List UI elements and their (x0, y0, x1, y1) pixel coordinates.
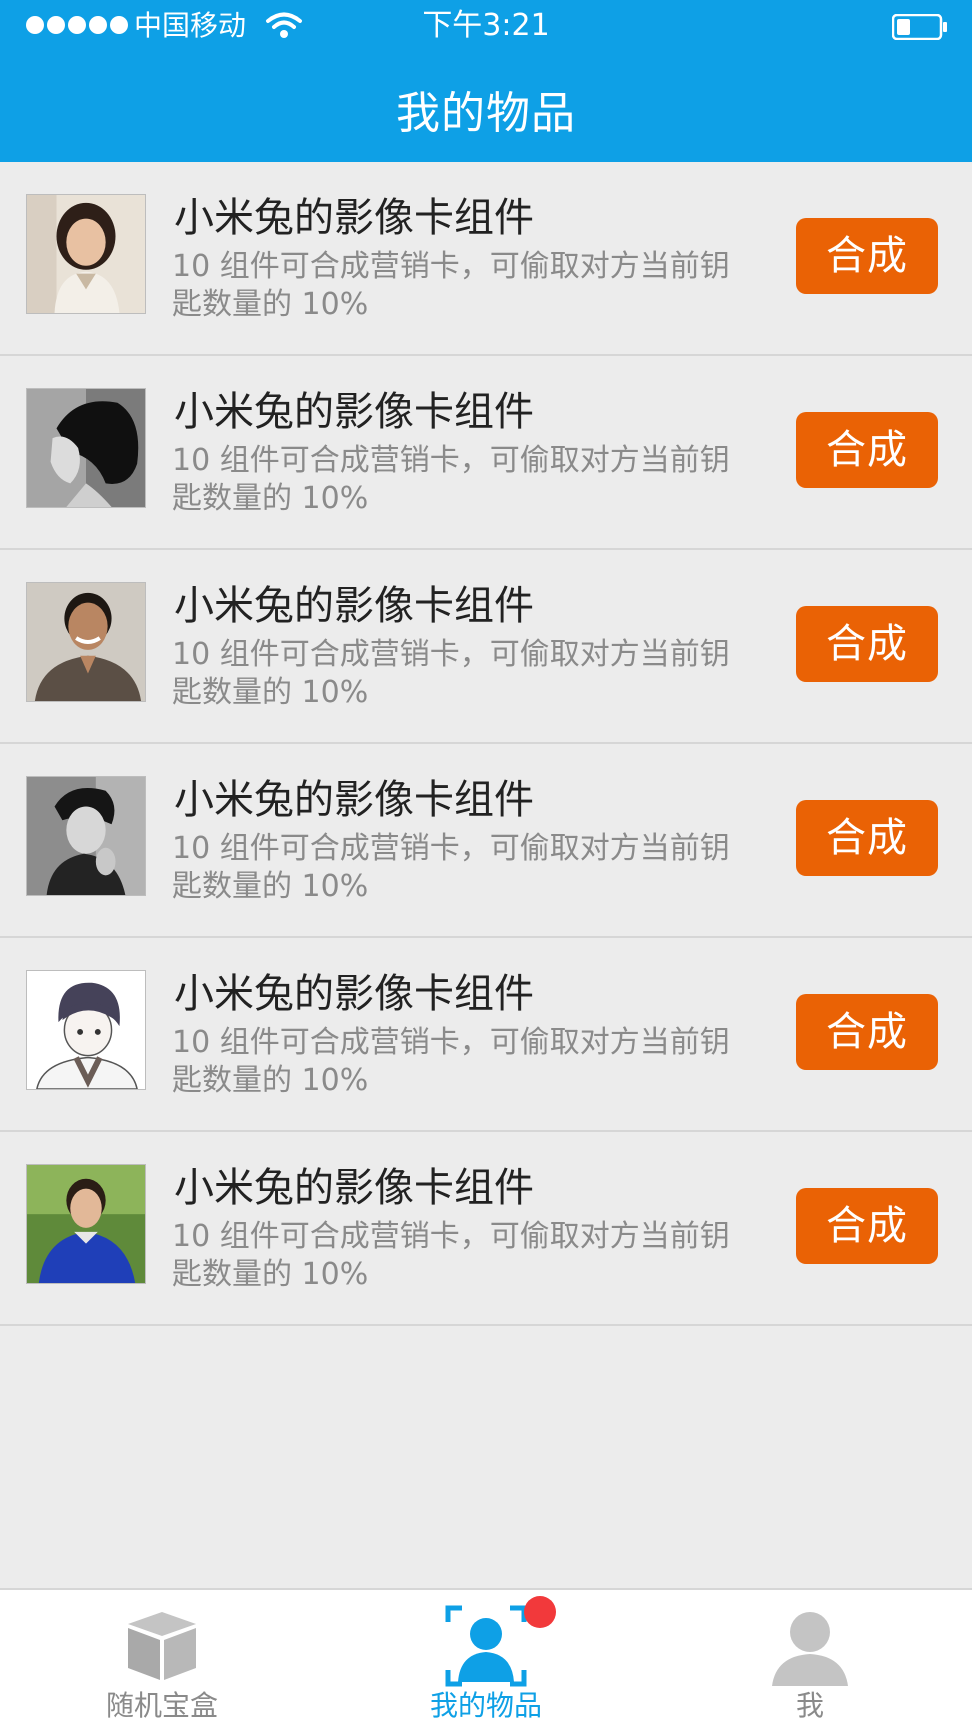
tab-me[interactable]: 我 (648, 1590, 972, 1728)
tab-my-items[interactable]: 我的物品 (324, 1590, 648, 1728)
item-description: 10 组件可合成营销卡，可偷取对方当前钥匙数量的 10% (172, 443, 730, 516)
tab-label: 随机宝盒 (105, 1689, 218, 1722)
box-icon (120, 1604, 204, 1688)
merge-button[interactable]: 合成 (796, 606, 938, 682)
merge-button[interactable]: 合成 (796, 218, 938, 294)
tab-label: 我的物品 (429, 1689, 542, 1722)
avatar (26, 1164, 146, 1284)
avatar (26, 970, 146, 1090)
avatar (26, 776, 146, 896)
item-description: 10 组件可合成营销卡，可偷取对方当前钥匙数量的 10% (172, 637, 730, 710)
notification-badge (524, 1596, 556, 1628)
user-scan-icon (444, 1604, 528, 1688)
status-time: 下午3:21 (422, 8, 550, 43)
item-title: 小米兔的影像卡组件 (174, 195, 534, 241)
status-bar: 中国移动 下午3:21 (0, 0, 972, 52)
item-title: 小米兔的影像卡组件 (174, 777, 534, 823)
item-description: 10 组件可合成营销卡，可偷取对方当前钥匙数量的 10% (172, 249, 730, 322)
list-item: 小米兔的影像卡组件 10 组件可合成营销卡，可偷取对方当前钥匙数量的 10% 合… (0, 550, 972, 744)
list-item: 小米兔的影像卡组件 10 组件可合成营销卡，可偷取对方当前钥匙数量的 10% 合… (0, 938, 972, 1132)
item-title: 小米兔的影像卡组件 (174, 389, 534, 435)
avatar (26, 388, 146, 508)
person-icon (768, 1604, 852, 1688)
list-item: 小米兔的影像卡组件 10 组件可合成营销卡，可偷取对方当前钥匙数量的 10% 合… (0, 356, 972, 550)
item-title: 小米兔的影像卡组件 (174, 971, 534, 1017)
merge-button[interactable]: 合成 (796, 800, 938, 876)
merge-button[interactable]: 合成 (796, 1188, 938, 1264)
tab-label: 我 (795, 1689, 824, 1722)
tab-bar: 随机宝盒 我的物品 我 (0, 1588, 972, 1728)
item-title: 小米兔的影像卡组件 (174, 583, 534, 629)
item-description: 10 组件可合成营销卡，可偷取对方当前钥匙数量的 10% (172, 1219, 730, 1292)
list-item: 小米兔的影像卡组件 10 组件可合成营销卡，可偷取对方当前钥匙数量的 10% 合… (0, 744, 972, 938)
list-item: 小米兔的影像卡组件 10 组件可合成营销卡，可偷取对方当前钥匙数量的 10% 合… (0, 162, 972, 356)
merge-button[interactable]: 合成 (796, 412, 938, 488)
item-list: 小米兔的影像卡组件 10 组件可合成营销卡，可偷取对方当前钥匙数量的 10% 合… (0, 162, 972, 1326)
list-item: 小米兔的影像卡组件 10 组件可合成营销卡，可偷取对方当前钥匙数量的 10% 合… (0, 1132, 972, 1326)
avatar (26, 582, 146, 702)
item-description: 10 组件可合成营销卡，可偷取对方当前钥匙数量的 10% (172, 831, 730, 904)
screen: 中国移动 下午3:21 我的物品 小米兔的影像卡组件 10 组件可合成营销卡，可… (0, 0, 972, 1728)
page-title: 我的物品 (396, 88, 576, 139)
merge-button[interactable]: 合成 (796, 994, 938, 1070)
battery-icon (891, 13, 948, 41)
item-title: 小米兔的影像卡组件 (174, 1165, 534, 1211)
tab-random-box[interactable]: 随机宝盒 (0, 1590, 324, 1728)
item-description: 10 组件可合成营销卡，可偷取对方当前钥匙数量的 10% (172, 1025, 730, 1098)
avatar (26, 194, 146, 314)
top-bar: 中国移动 下午3:21 我的物品 (0, 0, 972, 162)
